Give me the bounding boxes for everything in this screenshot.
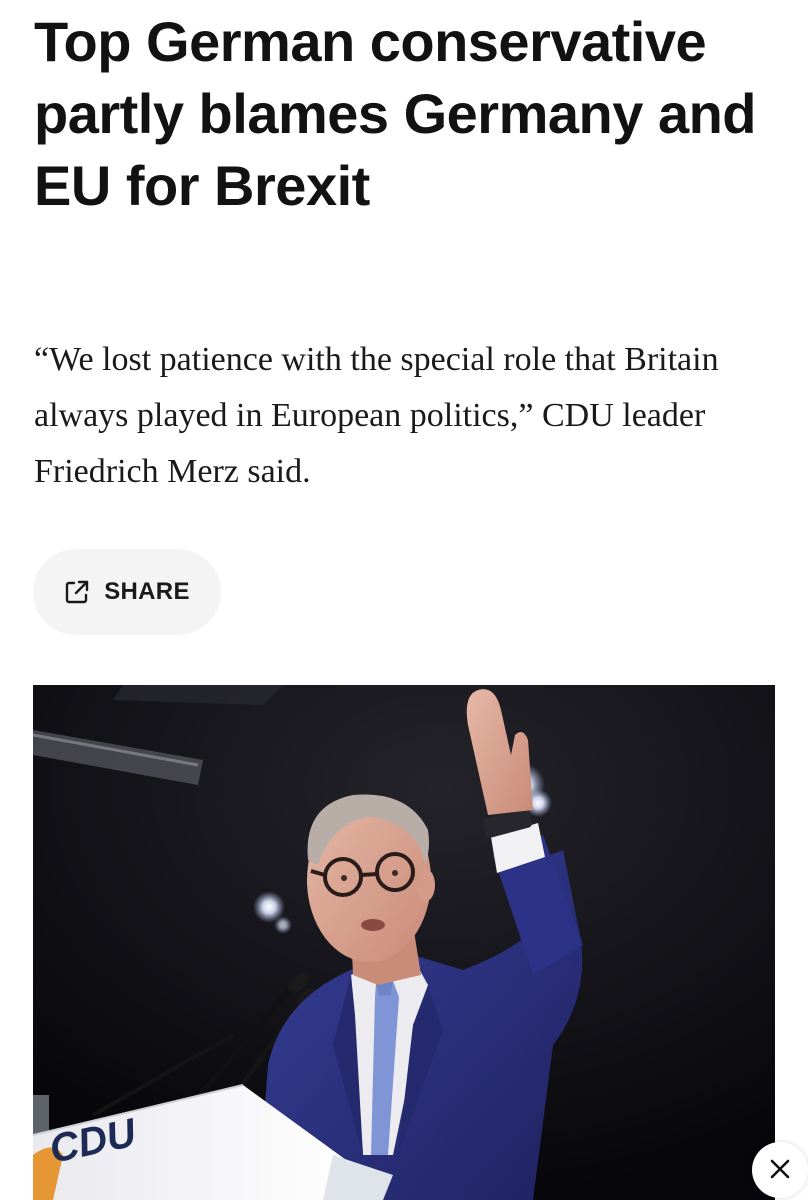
external-share-icon: [64, 579, 90, 605]
article-headline: Top German conservative partly blames Ge…: [34, 10, 757, 217]
article-photo: CDU: [33, 685, 775, 1200]
share-label: SHARE: [104, 578, 190, 605]
close-x-icon: [768, 1157, 792, 1184]
close-button[interactable]: [752, 1142, 808, 1198]
article: Top German conservative partly blames Ge…: [0, 0, 808, 1200]
share-button[interactable]: SHARE: [33, 549, 221, 635]
article-dek: “We lost patience with the special role …: [34, 341, 719, 490]
